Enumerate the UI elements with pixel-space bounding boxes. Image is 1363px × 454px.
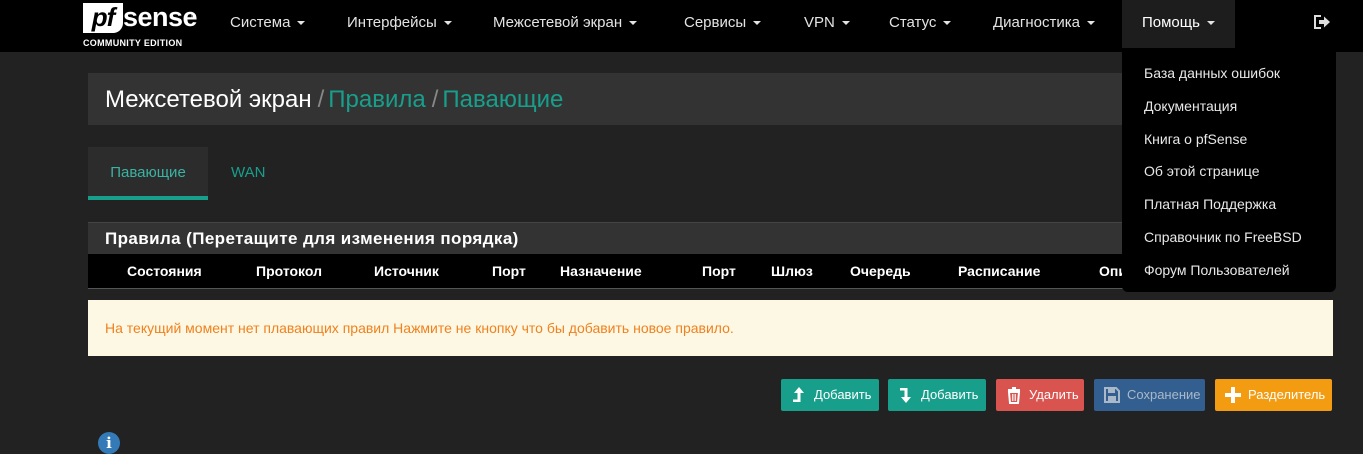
nav-menu-interfaces[interactable]: Интерфейсы [347,0,452,48]
help-menu-item-paid-support[interactable]: Платная Поддержка [1144,196,1276,212]
save-button[interactable]: Сохранение [1094,379,1205,411]
breadcrumb-link-floating[interactable]: Павающие [442,86,563,113]
caret-down-icon [943,21,952,26]
caret-down-icon [1206,21,1215,26]
nav-menu-label: Интерфейсы [347,14,437,31]
top-navbar: pf sense ® COMMUNITY EDITION Система Инт… [0,0,1363,52]
save-floppy-icon [1104,387,1120,403]
column-header-states: Состояния [127,263,202,279]
column-header-port: Порт [702,263,736,279]
caret-down-icon [1086,21,1095,26]
column-header-schedule: Расписание [958,263,1041,279]
column-header-source: Источник [374,263,439,279]
logo-sense-text: sense [123,2,198,32]
breadcrumb-root: Межсетевой экран [105,86,312,113]
add-rule-top-button[interactable]: Добавить [781,379,879,411]
info-icon[interactable]: i [98,432,120,454]
help-menu-item-about-page[interactable]: Об этой странице [1144,163,1260,179]
nav-menu-firewall[interactable]: Межсетевой экран [493,0,638,48]
nav-menu-services[interactable]: Сервисы [684,0,762,48]
help-menu-item-pfsense-book[interactable]: Книга о pfSense [1144,131,1247,147]
column-header-port: Порт [492,263,526,279]
nav-menu-label: Система [230,14,291,31]
breadcrumb-separator: / [431,86,439,113]
help-dropdown-menu: База данных ошибок Документация Книга о … [1122,52,1336,292]
nav-menu-label: Межсетевой экран [493,14,623,31]
caret-down-icon [753,21,762,26]
button-label: Добавить [921,387,979,402]
arrow-turn-down-icon [900,388,911,403]
plus-icon [1225,387,1241,403]
breadcrumb-separator: / [317,86,325,113]
breadcrumb-link-rules[interactable]: Правила [328,86,425,113]
arrow-turn-up-icon [793,387,804,402]
help-menu-item-freebsd-handbook[interactable]: Справочник по FreeBSD [1144,229,1302,245]
pfsense-logo[interactable]: pf sense ® COMMUNITY EDITION [83,2,201,48]
add-rule-bottom-button[interactable]: Добавить [888,379,986,411]
help-menu-item-documentation[interactable]: Документация [1144,98,1237,114]
button-label: Добавить [814,387,872,402]
breadcrumb-trail: Межсетевой экран / Правила / Павающие [105,86,563,114]
tab-floating[interactable]: Павающие [88,147,208,200]
nav-menu-label: VPN [804,14,835,31]
column-header-destination: Назначение [560,263,642,279]
delete-button[interactable]: Удалить [996,379,1084,411]
logo-edition: COMMUNITY EDITION [83,38,183,48]
trash-icon [1007,387,1021,404]
column-header-gateway: Шлюз [771,263,813,279]
caret-down-icon [841,21,850,26]
button-label: Удалить [1029,387,1079,402]
rules-panel-title: Правила (Перетащите для изменения порядк… [105,229,519,248]
logout-icon[interactable] [1312,13,1332,31]
nav-menu-help[interactable]: Помощь [1122,0,1235,48]
nav-menu-status[interactable]: Статус [889,0,952,48]
caret-down-icon [629,21,638,26]
alert-message: На текущий момент нет плавающих правил Н… [105,320,734,336]
caret-down-icon [297,21,306,26]
nav-menu-label: Помощь [1142,14,1200,31]
add-separator-button[interactable]: Разделитель [1215,379,1332,411]
button-label: Сохранение [1127,387,1201,402]
tab-wan[interactable]: WAN [231,147,265,199]
column-header-queue: Очередь [850,263,911,279]
help-menu-item-user-forum[interactable]: Форум Пользователей [1144,262,1290,278]
button-label: Разделитель [1248,387,1326,402]
help-menu-item-bug-database[interactable]: База данных ошибок [1144,65,1280,81]
logo-registered-mark: ® [191,14,197,21]
nav-menu-label: Сервисы [684,14,747,31]
logo-pf-mark: pf [83,3,123,33]
nav-menu-diagnostics[interactable]: Диагностика [993,0,1095,48]
nav-menu-label: Статус [889,14,937,31]
nav-menu-system[interactable]: Система [230,0,306,48]
no-rules-alert: На текущий момент нет плавающих правил Н… [88,300,1333,356]
caret-down-icon [443,21,452,26]
nav-menu-vpn[interactable]: VPN [804,0,850,48]
nav-menu-label: Диагностика [993,14,1080,31]
column-header-protocol: Протокол [256,263,322,279]
